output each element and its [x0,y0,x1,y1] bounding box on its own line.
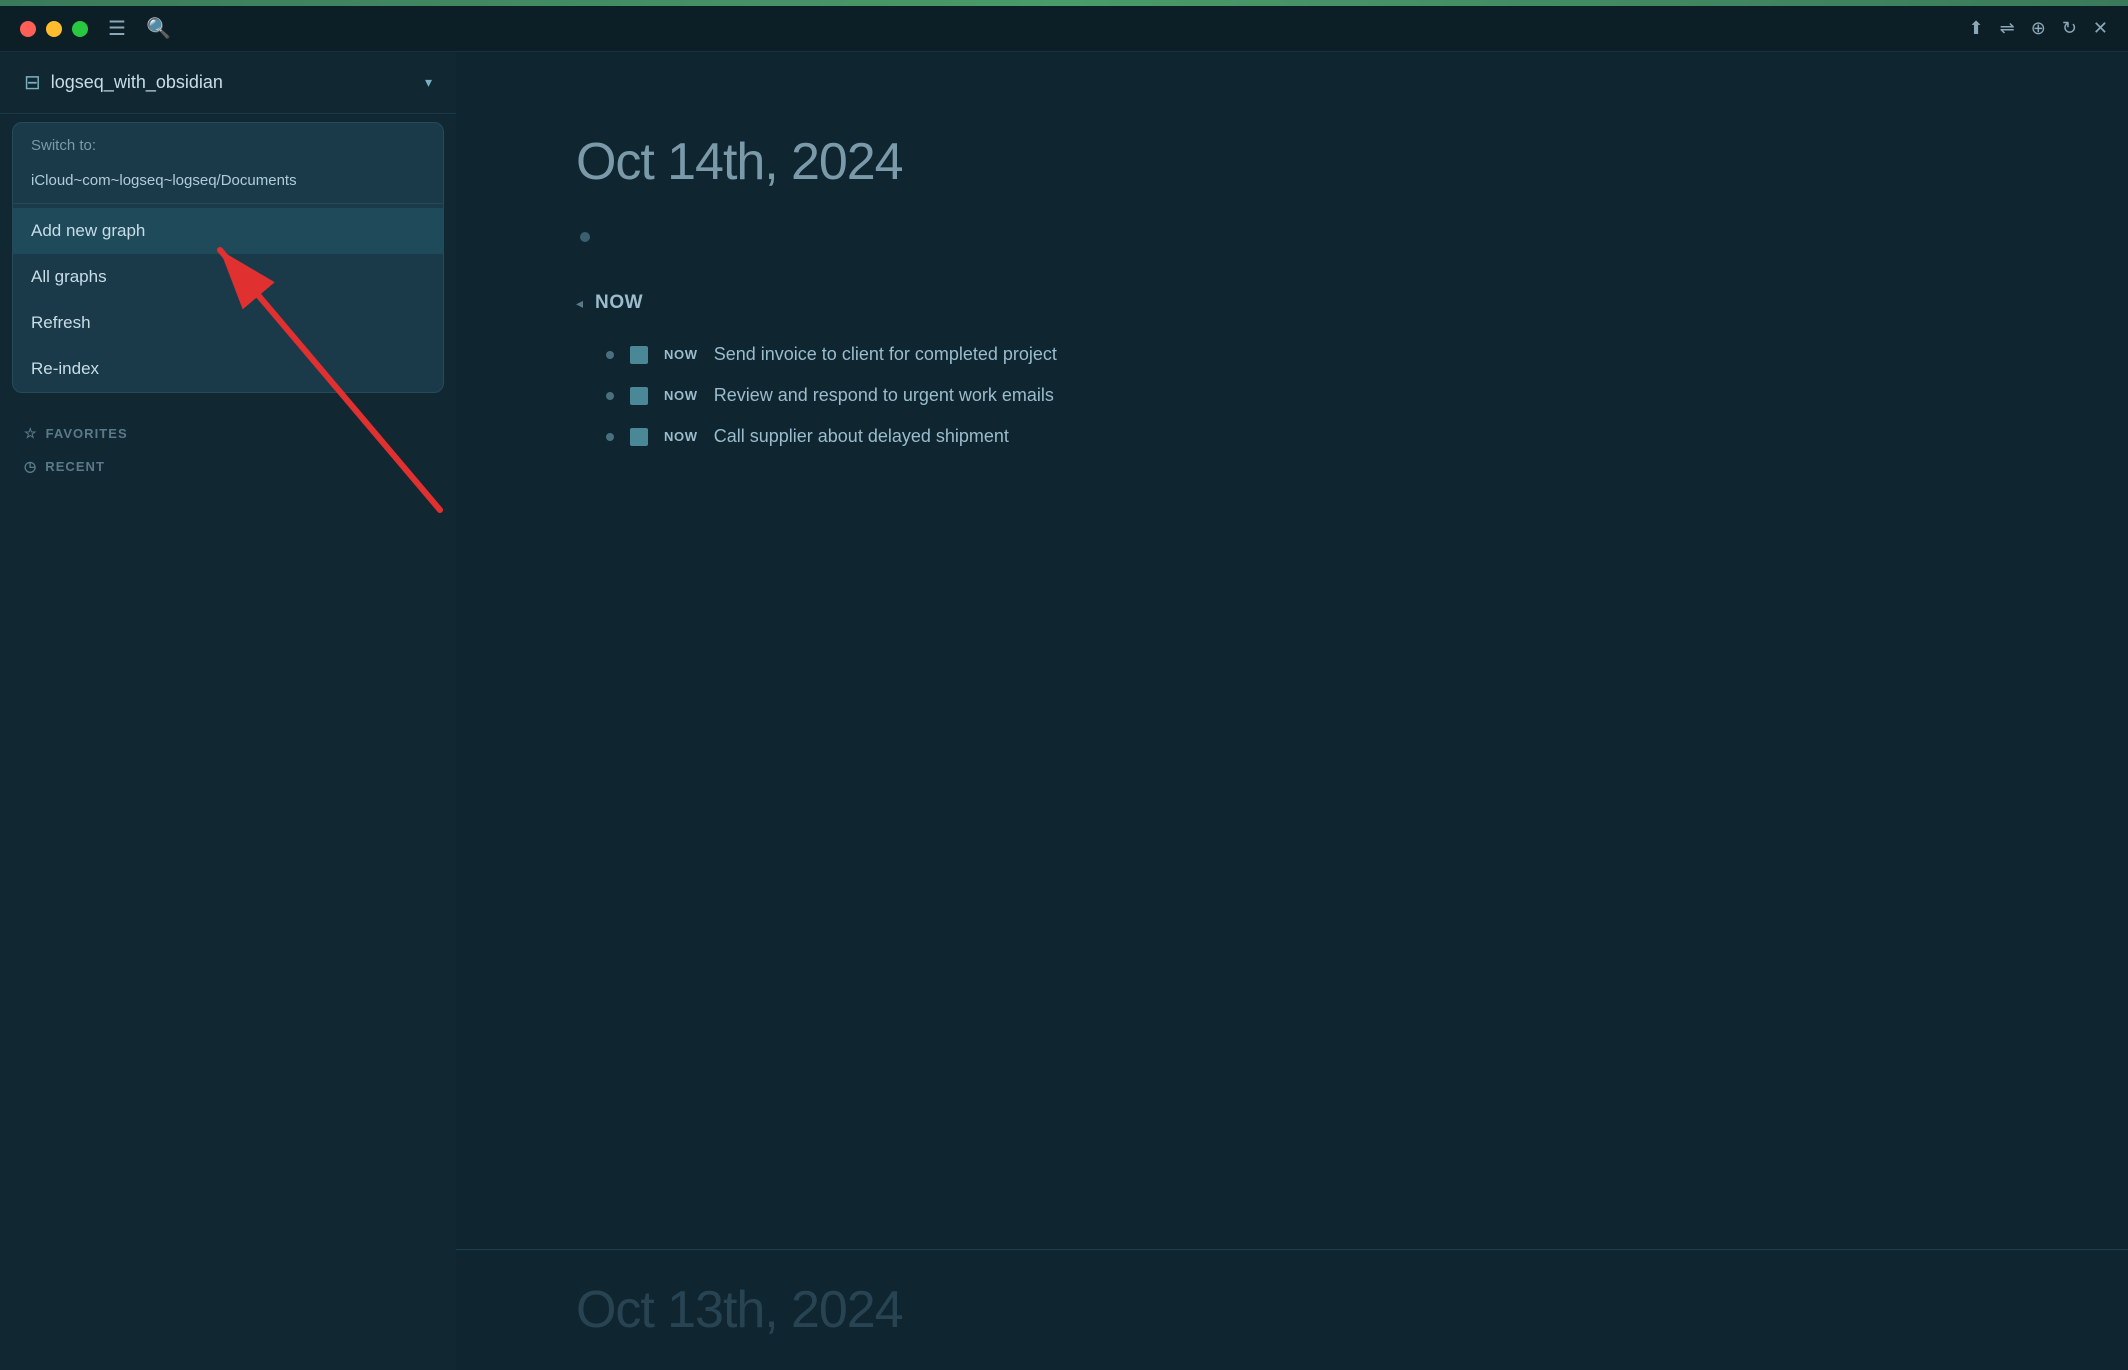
hamburger-icon[interactable]: ☰ [108,16,126,41]
page-divider [456,1249,2128,1250]
bullet-2 [606,392,614,400]
favorites-icon: ☆ [24,425,38,442]
recent-icon: ◷ [24,458,37,475]
journal-page: Oct 14th, 2024 ◂ NOW NOW Send invoice to… [456,52,2128,537]
sidebar-nav: ☆ FAVORITES ◷ RECENT [0,401,456,499]
now-badge-1: NOW [664,347,698,362]
dropdown-divider [13,203,443,204]
sync-icon[interactable]: ↻ [2062,18,2077,39]
re-index-item[interactable]: Re-index [13,346,443,392]
top-bar-accent [0,0,2128,6]
checkbox-1[interactable] [630,346,648,364]
vault-icon: ⊟ [24,70,41,95]
titlebar-right: ⬆ ⇌ ⊕ ↻ ✕ [1969,18,2108,39]
now-badge-2: NOW [664,388,698,403]
add-new-graph-item[interactable]: Add new graph [13,208,443,254]
now-item-1: NOW Send invoice to client for completed… [606,334,2008,375]
now-header-text: NOW [595,292,643,314]
zoom-icon[interactable]: ⊕ [2031,18,2046,39]
now-item-3: NOW Call supplier about delayed shipment [606,416,2008,457]
checkbox-2[interactable] [630,387,648,405]
now-section: ◂ NOW NOW Send invoice to client for com… [576,292,2008,457]
collapse-icon[interactable]: ◂ [576,295,583,312]
now-header: ◂ NOW [576,292,2008,314]
maximize-button[interactable] [72,21,88,37]
switch-to-label: Switch to: [13,123,443,162]
titlebar-icons: ☰ 🔍 [108,16,171,41]
search-icon[interactable]: 🔍 [146,16,171,41]
next-page-date: Oct 13th, 2024 [576,1280,903,1340]
window-controls [20,21,88,37]
sidebar: ⊟ logseq_with_obsidian ▾ Switch to: iClo… [0,52,456,1370]
graph-dropdown-menu: Switch to: iCloud~com~logseq~logseq/Docu… [12,122,444,393]
journal-date: Oct 14th, 2024 [576,132,2008,192]
all-graphs-item[interactable]: All graphs [13,254,443,300]
vault-chevron-icon: ▾ [425,74,432,91]
favorites-section[interactable]: ☆ FAVORITES [0,417,456,450]
journal-bullet [580,232,590,242]
favorites-label: FAVORITES [46,426,128,441]
titlebar: ☰ 🔍 ⬆ ⇌ ⊕ ↻ ✕ [0,0,2128,52]
now-item-text-1: Send invoice to client for completed pro… [714,344,1057,365]
minimize-button[interactable] [46,21,62,37]
close-button[interactable] [20,21,36,37]
sidebar-vault-header[interactable]: ⊟ logseq_with_obsidian ▾ [0,52,456,114]
bullet-1 [606,351,614,359]
recent-label: RECENT [45,459,105,474]
main-content: Oct 14th, 2024 ◂ NOW NOW Send invoice to… [456,52,2128,1370]
bullet-3 [606,433,614,441]
now-item-text-3: Call supplier about delayed shipment [714,426,1009,447]
now-item-text-2: Review and respond to urgent work emails [714,385,1054,406]
vault-path-item[interactable]: iCloud~com~logseq~logseq/Documents [13,162,443,199]
recent-section[interactable]: ◷ RECENT [0,450,456,483]
connection-icon[interactable]: ⇌ [2000,18,2015,39]
refresh-item[interactable]: Refresh [13,300,443,346]
checkbox-3[interactable] [630,428,648,446]
now-item-2: NOW Review and respond to urgent work em… [606,375,2008,416]
settings-icon[interactable]: ✕ [2093,18,2108,39]
now-badge-3: NOW [664,429,698,444]
vault-name: logseq_with_obsidian [51,72,415,93]
share-icon[interactable]: ⬆ [1969,18,1984,39]
now-items-list: NOW Send invoice to client for completed… [576,334,2008,457]
